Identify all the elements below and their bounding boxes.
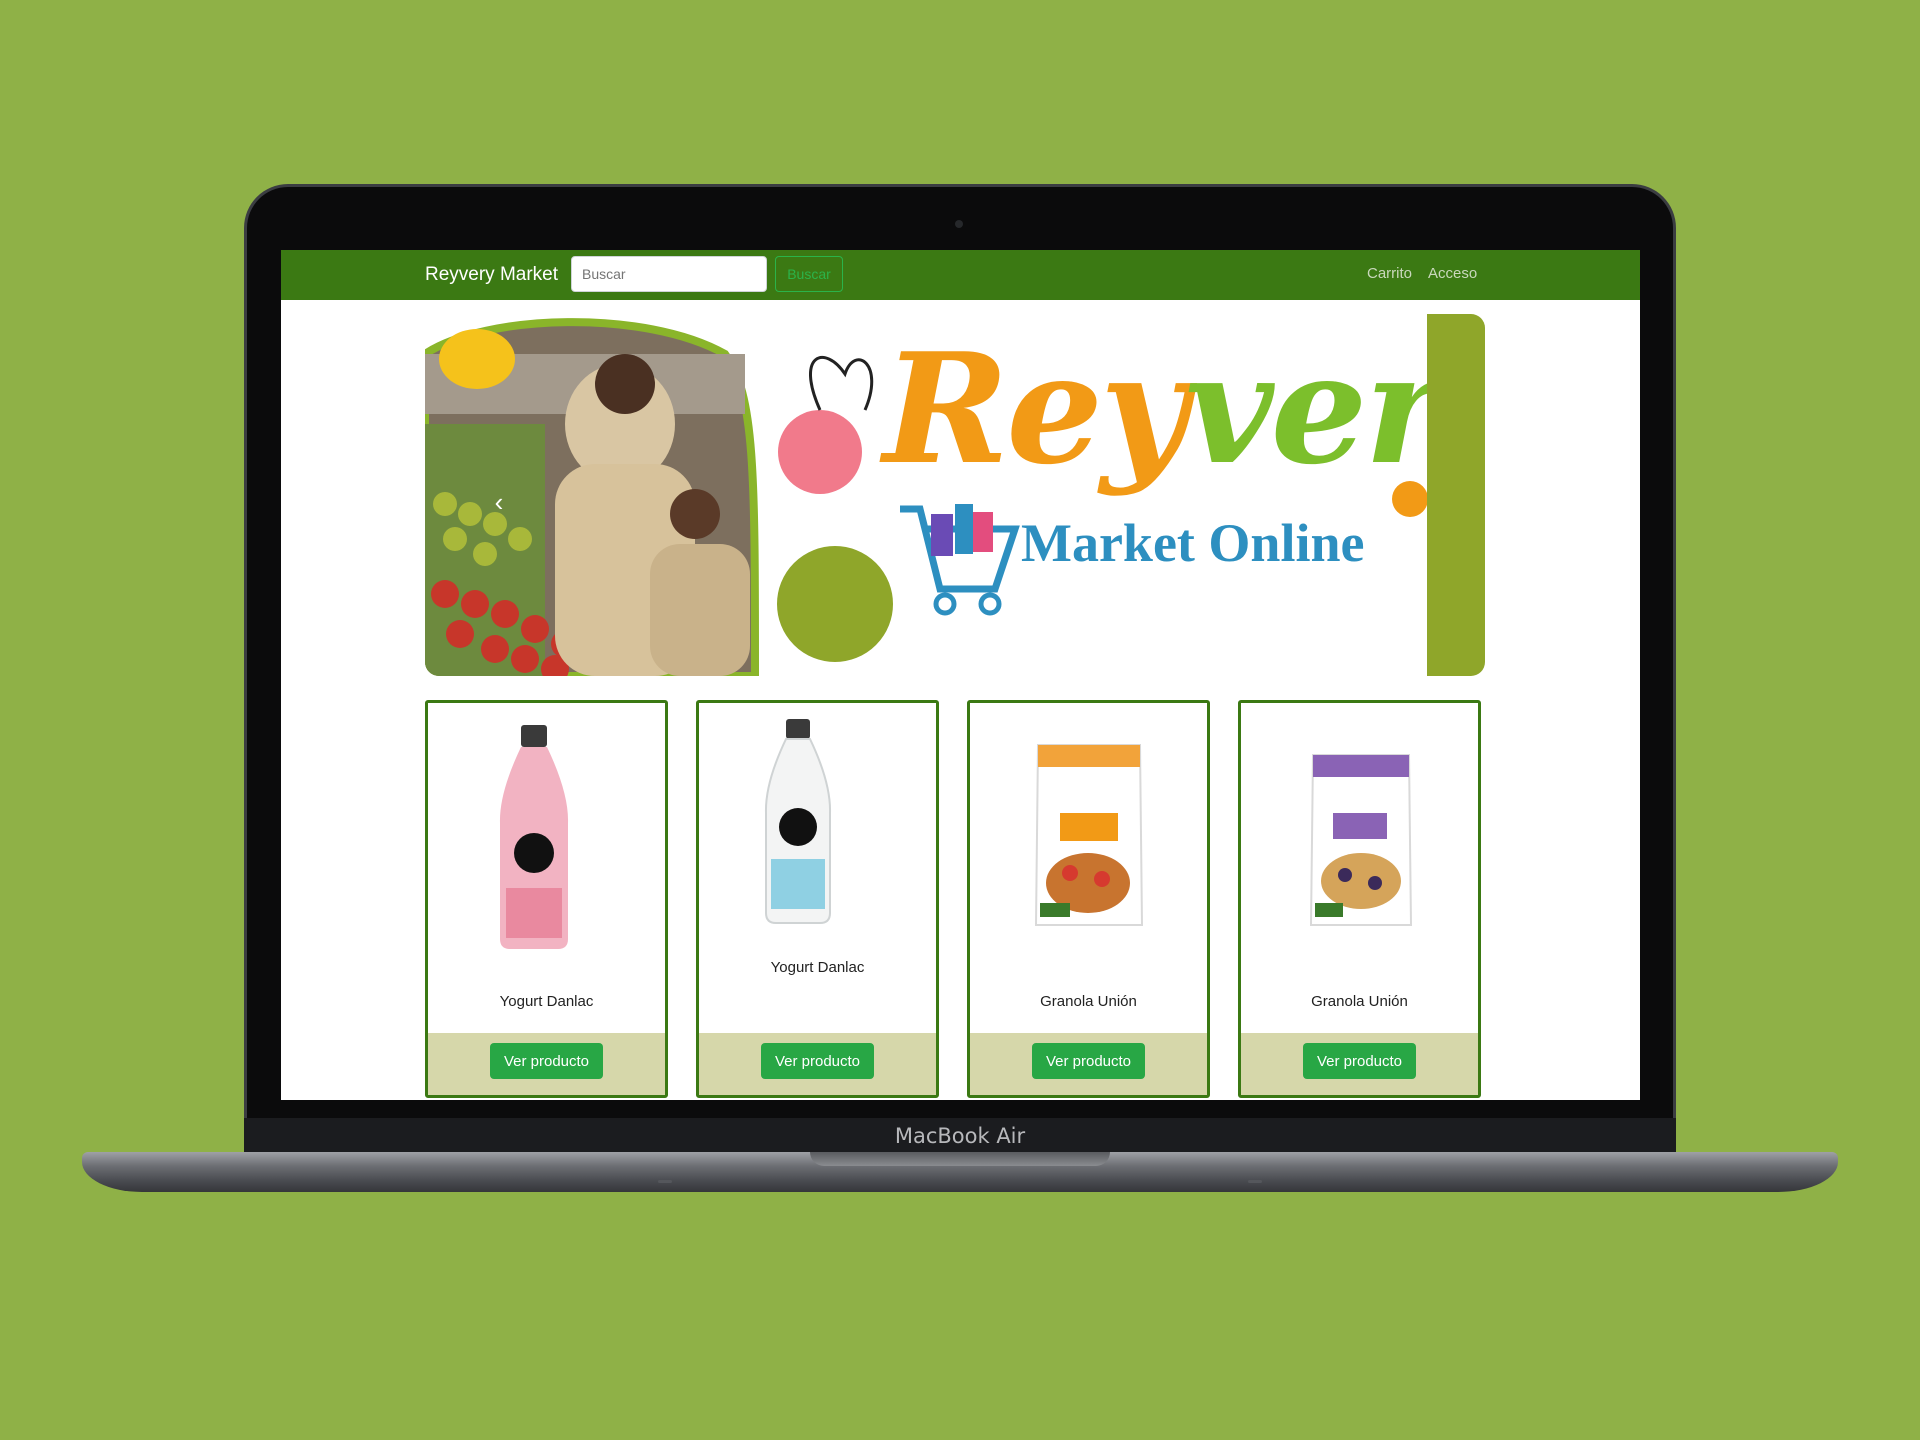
- product-card: Yogurt Danlac Ver producto: [425, 700, 668, 1098]
- banner-logo-subtitle: Market Online: [1021, 513, 1365, 573]
- view-product-button[interactable]: Ver producto: [761, 1043, 874, 1079]
- laptop-foot: [1248, 1180, 1262, 1183]
- search-input[interactable]: [571, 256, 767, 292]
- product-grid: Yogurt Danlac Ver producto Yogurt Danlac…: [425, 700, 1485, 1100]
- product-image: [1309, 754, 1413, 926]
- search-button[interactable]: Buscar: [775, 256, 843, 292]
- product-image: [1034, 744, 1144, 926]
- product-name: Yogurt Danlac: [499, 993, 594, 1010]
- carousel-prev-chevron-icon[interactable]: ‹: [487, 489, 511, 515]
- camera-dot: [955, 220, 963, 228]
- product-card: Granola Unión Ver producto: [967, 700, 1210, 1098]
- product-image: [764, 719, 832, 924]
- card-footer: Ver producto: [1241, 1033, 1478, 1095]
- product-name: Granola Unión: [1040, 993, 1137, 1010]
- banner-accent-bar: [1427, 314, 1485, 676]
- product-card: Yogurt Danlac Ver producto: [696, 700, 939, 1098]
- product-card: Granola Unión Ver producto: [1238, 700, 1481, 1098]
- nav-link-cart[interactable]: Carrito: [1367, 265, 1412, 282]
- card-footer: Ver producto: [699, 1033, 936, 1095]
- product-image: [499, 725, 569, 949]
- banner-logo-title: Reyvery: [883, 319, 1485, 498]
- logo-title-part1: Rey: [883, 319, 1188, 498]
- view-product-button[interactable]: Ver producto: [1303, 1043, 1416, 1079]
- navbar: Reyvery Market Buscar Carrito Acceso: [281, 250, 1640, 300]
- banner-carousel: ‹ Reyvery Market Online: [425, 314, 1485, 676]
- product-name: Yogurt Danlac: [770, 959, 865, 976]
- laptop-hinge-notch: [810, 1152, 1110, 1166]
- cart-logo-icon: [900, 504, 1020, 616]
- card-footer: Ver producto: [970, 1033, 1207, 1095]
- nav-link-login[interactable]: Acceso: [1428, 265, 1477, 282]
- card-footer: Ver producto: [428, 1033, 665, 1095]
- browser-screen: Reyvery Market Buscar Carrito Acceso: [281, 250, 1640, 1100]
- product-name: Granola Unión: [1311, 993, 1408, 1010]
- laptop-foot: [658, 1180, 672, 1183]
- view-product-button[interactable]: Ver producto: [490, 1043, 603, 1079]
- view-product-button[interactable]: Ver producto: [1032, 1043, 1145, 1079]
- brand-link[interactable]: Reyvery Market: [425, 264, 558, 286]
